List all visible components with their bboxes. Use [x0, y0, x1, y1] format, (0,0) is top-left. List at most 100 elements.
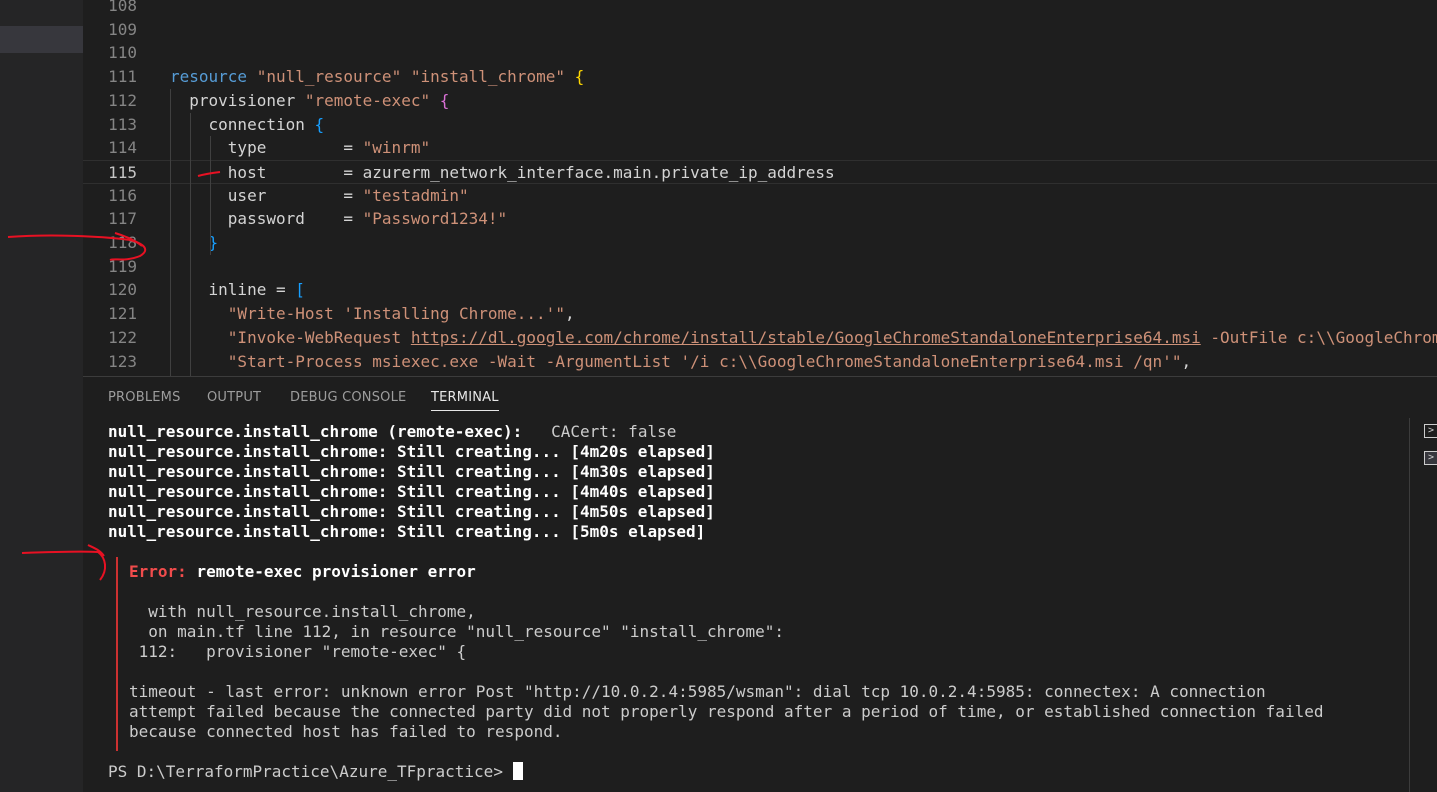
progress-text: null_resource.install_chrome: Still crea…: [108, 442, 715, 461]
code-token: {: [439, 90, 450, 110]
terminal-line: Error: remote-exec provisioner error: [129, 562, 476, 582]
line-number: 113: [108, 114, 137, 134]
error-context: with null_resource.install_chrome,: [129, 602, 476, 621]
code-line[interactable]: 119: [83, 255, 1437, 279]
line-number: 111: [108, 67, 137, 87]
terminal-line: on main.tf line 112, in resource "null_r…: [129, 622, 784, 642]
code-token: -OutFile c:\\GoogleChromeStandaloneEnter…: [1210, 327, 1437, 347]
indent-guide: [170, 88, 171, 376]
explorer-sidebar: [0, 0, 83, 792]
code-token: "Start-Process msiexec.exe -Wait -Argume…: [227, 351, 1182, 371]
tab-output[interactable]: OUTPUT: [207, 390, 261, 405]
terminal-line: PS D:\TerraformPractice\Azure_TFpractice…: [108, 762, 523, 782]
code-token: provisioner: [170, 90, 305, 110]
code-token: connection: [170, 114, 315, 134]
code-token: type =: [170, 138, 363, 158]
code-text: "Write-Host 'Installing Chrome...'",: [170, 302, 575, 326]
error-detail: attempt failed because the connected par…: [129, 702, 1324, 721]
code-line[interactable]: 111 resource "null_resource" "install_chr…: [83, 65, 1437, 89]
code-text: host = azurerm_network_interface.main.pr…: [170, 161, 835, 185]
code-line[interactable]: 110: [83, 41, 1437, 65]
explorer-selected-item[interactable]: [0, 26, 83, 53]
bottom-panel: PROBLEMS OUTPUT DEBUG CONSOLE TERMINAL null…: [83, 376, 1437, 792]
code-token: password =: [170, 209, 363, 229]
terminal-list: > >: [1409, 418, 1437, 792]
code-line[interactable]: 120 inline = [: [83, 278, 1437, 302]
progress-suffix: CACert: false: [522, 422, 677, 441]
code-token: "winrm": [362, 138, 431, 158]
line-number: 114: [108, 138, 137, 158]
tab-debug-console[interactable]: DEBUG CONSOLE: [290, 390, 406, 405]
progress-text: null_resource.install_chrome (remote-exe…: [108, 422, 523, 441]
error-title: remote-exec provisioner error: [196, 562, 476, 581]
code-token: "install_chrome": [410, 67, 565, 87]
line-number: 117: [108, 209, 137, 229]
code-line[interactable]: 116 user = "testadmin": [83, 184, 1437, 208]
line-number: 123: [108, 351, 137, 371]
tab-problems[interactable]: PROBLEMS: [108, 390, 181, 405]
code-line[interactable]: 123 "Start-Process msiexec.exe -Wait -Ar…: [83, 350, 1437, 374]
terminal-line: null_resource.install_chrome: Still crea…: [108, 502, 715, 522]
code-text: user = "testadmin": [170, 184, 469, 208]
line-number: 116: [108, 185, 137, 205]
indent-guide: [190, 112, 191, 376]
code-link[interactable]: https://dl.google.com/chrome/install/sta…: [411, 328, 1201, 347]
code-token: "Password1234!": [362, 209, 508, 229]
line-number: 109: [108, 19, 137, 39]
progress-text: null_resource.install_chrome: Still crea…: [108, 482, 715, 501]
line-number: 122: [108, 327, 137, 347]
code-line[interactable]: 113 connection {: [83, 113, 1437, 137]
tab-terminal[interactable]: TERMINAL: [431, 390, 499, 411]
code-text: password = "Password1234!": [170, 207, 507, 231]
terminal-line: 112: provisioner "remote-exec" {: [129, 642, 467, 662]
code-line[interactable]: 108: [83, 0, 1437, 18]
code-editor[interactable]: 108 109 110 111 resource "null_resource" "in…: [83, 0, 1437, 376]
code-text: provisioner "remote-exec" {: [170, 89, 449, 113]
terminal-line: because connected host has failed to res…: [129, 722, 562, 742]
code-text: "Invoke-WebRequest https://dl.google.com…: [170, 326, 1437, 350]
code-line[interactable]: 109: [83, 18, 1437, 42]
terminal-line: null_resource.install_chrome: Still crea…: [108, 482, 715, 502]
code-token: "Write-Host 'Installing Chrome...'": [227, 304, 565, 324]
progress-text: null_resource.install_chrome: Still crea…: [108, 522, 706, 541]
panel-tabs: PROBLEMS OUTPUT DEBUG CONSOLE TERMINAL: [83, 377, 1437, 413]
code-token: inline =: [170, 280, 296, 300]
terminal-cursor: [512, 762, 523, 780]
code-text: "Start-Process msiexec.exe -Wait -Argume…: [170, 350, 1191, 374]
code-token: resource: [170, 67, 257, 87]
terminal-line: with null_resource.install_chrome,: [129, 602, 476, 622]
code-line[interactable]: 118 }: [83, 231, 1437, 255]
code-token: user =: [170, 185, 363, 205]
code-token: {: [314, 114, 325, 134]
terminal-icon[interactable]: >: [1424, 424, 1437, 438]
terminal-line: null_resource.install_chrome: Still crea…: [108, 442, 715, 462]
code-line[interactable]: 114 type = "winrm": [83, 136, 1437, 160]
code-line[interactable]: 121 "Write-Host 'Installing Chrome...'",: [83, 302, 1437, 326]
code-token: ,: [1181, 351, 1192, 371]
code-line[interactable]: 122 "Invoke-WebRequest https://dl.google…: [83, 326, 1437, 350]
code-line[interactable]: 117 password = "Password1234!": [83, 207, 1437, 231]
indent-guide: [210, 136, 211, 255]
terminal-line: null_resource.install_chrome (remote-exe…: [108, 422, 676, 442]
code-token: "null_resource": [256, 67, 402, 87]
line-number: 118: [108, 233, 137, 252]
terminal-line: null_resource.install_chrome: Still crea…: [108, 522, 705, 542]
terminal-line: attempt failed because the connected par…: [129, 702, 1323, 722]
terminal-icon[interactable]: >: [1424, 451, 1437, 465]
line-number: 120: [108, 280, 137, 300]
progress-text: null_resource.install_chrome: Still crea…: [108, 502, 715, 521]
code-token: "testadmin": [362, 185, 469, 205]
code-line[interactable]: 112 provisioner "remote-exec" {: [83, 89, 1437, 113]
code-token: [: [295, 280, 305, 300]
line-number: 110: [108, 43, 137, 63]
line-number: 121: [108, 304, 137, 324]
code-line[interactable]: 115 host = azurerm_network_interface.mai…: [83, 159, 1437, 185]
code-text: resource "null_resource" "install_chrome…: [170, 65, 584, 89]
progress-text: null_resource.install_chrome: Still crea…: [108, 462, 715, 481]
code-token: ,: [564, 304, 575, 324]
terminal-prompt: PS D:\TerraformPractice\Azure_TFpractice…: [108, 762, 513, 781]
